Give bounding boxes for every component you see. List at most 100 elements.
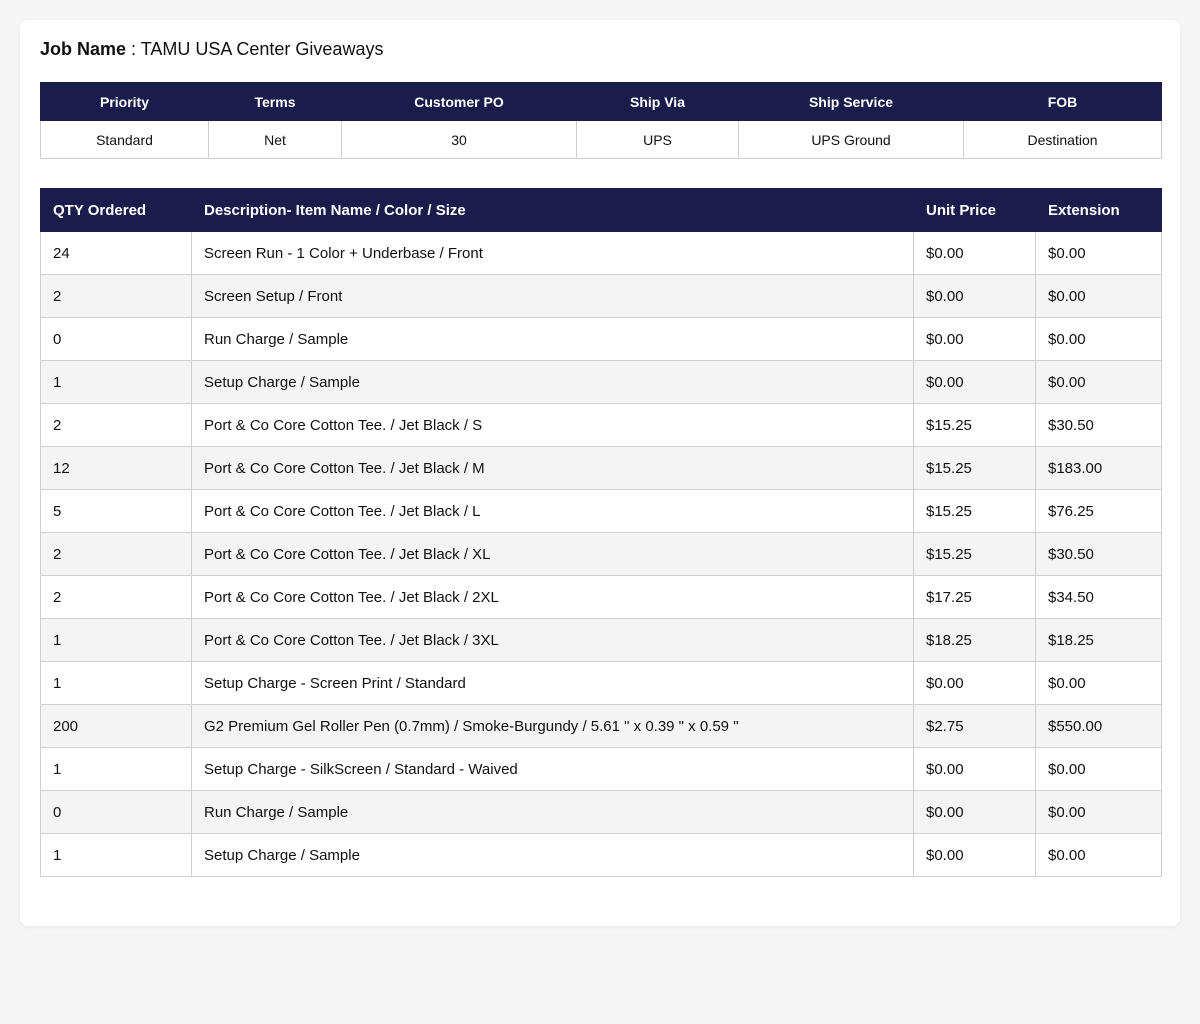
description-cell: Run Charge / Sample bbox=[191, 790, 914, 834]
extension-cell: $0.00 bbox=[1035, 833, 1162, 877]
qty-cell: 0 bbox=[40, 790, 192, 834]
qty-cell: 2 bbox=[40, 575, 192, 619]
unit-price-cell: $15.25 bbox=[913, 489, 1036, 533]
qty-cell: 24 bbox=[40, 231, 192, 275]
qty-cell: 1 bbox=[40, 360, 192, 404]
header-description: Description- Item Name / Color / Size bbox=[191, 188, 914, 232]
meta-header-ship-service: Ship Service bbox=[738, 82, 964, 121]
header-qty-ordered: QTY Ordered bbox=[40, 188, 192, 232]
unit-price-cell: $0.00 bbox=[913, 790, 1036, 834]
unit-price-cell: $15.25 bbox=[913, 403, 1036, 447]
qty-cell: 1 bbox=[40, 618, 192, 662]
extension-cell: $76.25 bbox=[1035, 489, 1162, 533]
extension-cell: $0.00 bbox=[1035, 231, 1162, 275]
extension-cell: $18.25 bbox=[1035, 618, 1162, 662]
unit-price-cell: $2.75 bbox=[913, 704, 1036, 748]
table-row: 1 Setup Charge / Sample $0.00 $0.00 bbox=[40, 360, 1162, 404]
qty-cell: 2 bbox=[40, 403, 192, 447]
meta-header-customer-po: Customer PO bbox=[341, 82, 577, 121]
qty-cell: 5 bbox=[40, 489, 192, 533]
order-card: Job Name : TAMU USA Center Giveaways Pri… bbox=[20, 20, 1180, 926]
extension-cell: $0.00 bbox=[1035, 747, 1162, 791]
description-cell: Setup Charge / Sample bbox=[191, 360, 914, 404]
meta-value-ship-service: UPS Ground bbox=[738, 120, 964, 159]
meta-value-ship-via: UPS bbox=[576, 120, 739, 159]
description-cell: Setup Charge / Sample bbox=[191, 833, 914, 877]
line-items-header-row: QTY Ordered Description- Item Name / Col… bbox=[40, 188, 1162, 232]
unit-price-cell: $15.25 bbox=[913, 532, 1036, 576]
extension-cell: $34.50 bbox=[1035, 575, 1162, 619]
extension-cell: $0.00 bbox=[1035, 360, 1162, 404]
qty-cell: 1 bbox=[40, 833, 192, 877]
unit-price-cell: $0.00 bbox=[913, 317, 1036, 361]
unit-price-cell: $0.00 bbox=[913, 661, 1036, 705]
qty-cell: 1 bbox=[40, 661, 192, 705]
unit-price-cell: $18.25 bbox=[913, 618, 1036, 662]
job-name-value: TAMU USA Center Giveaways bbox=[140, 39, 384, 59]
meta-value-priority: Standard bbox=[40, 120, 209, 159]
meta-header-priority: Priority bbox=[40, 82, 209, 121]
table-row: 12 Port & Co Core Cotton Tee. / Jet Black… bbox=[40, 446, 1162, 490]
order-meta-value-row: Standard Net 30 UPS UPS Ground Destinati… bbox=[40, 120, 1162, 159]
extension-cell: $30.50 bbox=[1035, 532, 1162, 576]
qty-cell: 12 bbox=[40, 446, 192, 490]
unit-price-cell: $0.00 bbox=[913, 833, 1036, 877]
description-cell: Port & Co Core Cotton Tee. / Jet Black /… bbox=[191, 489, 914, 533]
qty-cell: 2 bbox=[40, 274, 192, 318]
table-row: 200 G2 Premium Gel Roller Pen (0.7mm) / S… bbox=[40, 704, 1162, 748]
unit-price-cell: $0.00 bbox=[913, 360, 1036, 404]
qty-cell: 2 bbox=[40, 532, 192, 576]
unit-price-cell: $0.00 bbox=[913, 274, 1036, 318]
qty-cell: 0 bbox=[40, 317, 192, 361]
table-row: 2 Port & Co Core Cotton Tee. / Jet Black … bbox=[40, 403, 1162, 447]
table-row: 1 Setup Charge - SilkScreen / Standard - … bbox=[40, 747, 1162, 791]
description-cell: Setup Charge - Screen Print / Standard bbox=[191, 661, 914, 705]
meta-value-customer-po: 30 bbox=[341, 120, 577, 159]
description-cell: Run Charge / Sample bbox=[191, 317, 914, 361]
table-row: 1 Port & Co Core Cotton Tee. / Jet Black … bbox=[40, 618, 1162, 662]
unit-price-cell: $0.00 bbox=[913, 231, 1036, 275]
extension-cell: $0.00 bbox=[1035, 790, 1162, 834]
table-row: 2 Port & Co Core Cotton Tee. / Jet Black … bbox=[40, 575, 1162, 619]
table-row: 24 Screen Run - 1 Color + Underbase / Fro… bbox=[40, 231, 1162, 275]
job-name-line: Job Name : TAMU USA Center Giveaways bbox=[40, 38, 383, 60]
extension-cell: $30.50 bbox=[1035, 403, 1162, 447]
description-cell: Port & Co Core Cotton Tee. / Jet Black /… bbox=[191, 446, 914, 490]
meta-header-ship-via: Ship Via bbox=[576, 82, 739, 121]
table-row: 1 Setup Charge / Sample $0.00 $0.00 bbox=[40, 833, 1162, 877]
description-cell: Port & Co Core Cotton Tee. / Jet Black /… bbox=[191, 575, 914, 619]
meta-value-terms: Net bbox=[208, 120, 342, 159]
extension-cell: $550.00 bbox=[1035, 704, 1162, 748]
unit-price-cell: $15.25 bbox=[913, 446, 1036, 490]
meta-header-fob: FOB bbox=[963, 82, 1162, 121]
table-row: 2 Screen Setup / Front $0.00 $0.00 bbox=[40, 274, 1162, 318]
header-unit-price: Unit Price bbox=[913, 188, 1036, 232]
meta-header-terms: Terms bbox=[208, 82, 342, 121]
table-row: 0 Run Charge / Sample $0.00 $0.00 bbox=[40, 317, 1162, 361]
meta-value-fob: Destination bbox=[963, 120, 1162, 159]
qty-cell: 1 bbox=[40, 747, 192, 791]
header-extension: Extension bbox=[1035, 188, 1162, 232]
qty-cell: 200 bbox=[40, 704, 192, 748]
extension-cell: $0.00 bbox=[1035, 317, 1162, 361]
unit-price-cell: $17.25 bbox=[913, 575, 1036, 619]
description-cell: G2 Premium Gel Roller Pen (0.7mm) / Smok… bbox=[191, 704, 914, 748]
table-row: 5 Port & Co Core Cotton Tee. / Jet Black … bbox=[40, 489, 1162, 533]
order-meta-table: Priority Terms Customer PO Ship Via Ship… bbox=[40, 82, 1162, 159]
extension-cell: $0.00 bbox=[1035, 661, 1162, 705]
unit-price-cell: $0.00 bbox=[913, 747, 1036, 791]
job-name-label: Job Name bbox=[40, 39, 127, 59]
table-row: 2 Port & Co Core Cotton Tee. / Jet Black … bbox=[40, 532, 1162, 576]
line-items-table: QTY Ordered Description- Item Name / Col… bbox=[40, 188, 1162, 877]
description-cell: Screen Run - 1 Color + Underbase / Front bbox=[191, 231, 914, 275]
extension-cell: $0.00 bbox=[1035, 274, 1162, 318]
job-name-separator: : bbox=[126, 39, 141, 59]
order-meta-header-row: Priority Terms Customer PO Ship Via Ship… bbox=[40, 82, 1162, 121]
line-items-body: 24 Screen Run - 1 Color + Underbase / Fro… bbox=[40, 231, 1162, 877]
description-cell: Setup Charge - SilkScreen / Standard - W… bbox=[191, 747, 914, 791]
description-cell: Screen Setup / Front bbox=[191, 274, 914, 318]
description-cell: Port & Co Core Cotton Tee. / Jet Black /… bbox=[191, 403, 914, 447]
description-cell: Port & Co Core Cotton Tee. / Jet Black /… bbox=[191, 618, 914, 662]
description-cell: Port & Co Core Cotton Tee. / Jet Black /… bbox=[191, 532, 914, 576]
extension-cell: $183.00 bbox=[1035, 446, 1162, 490]
